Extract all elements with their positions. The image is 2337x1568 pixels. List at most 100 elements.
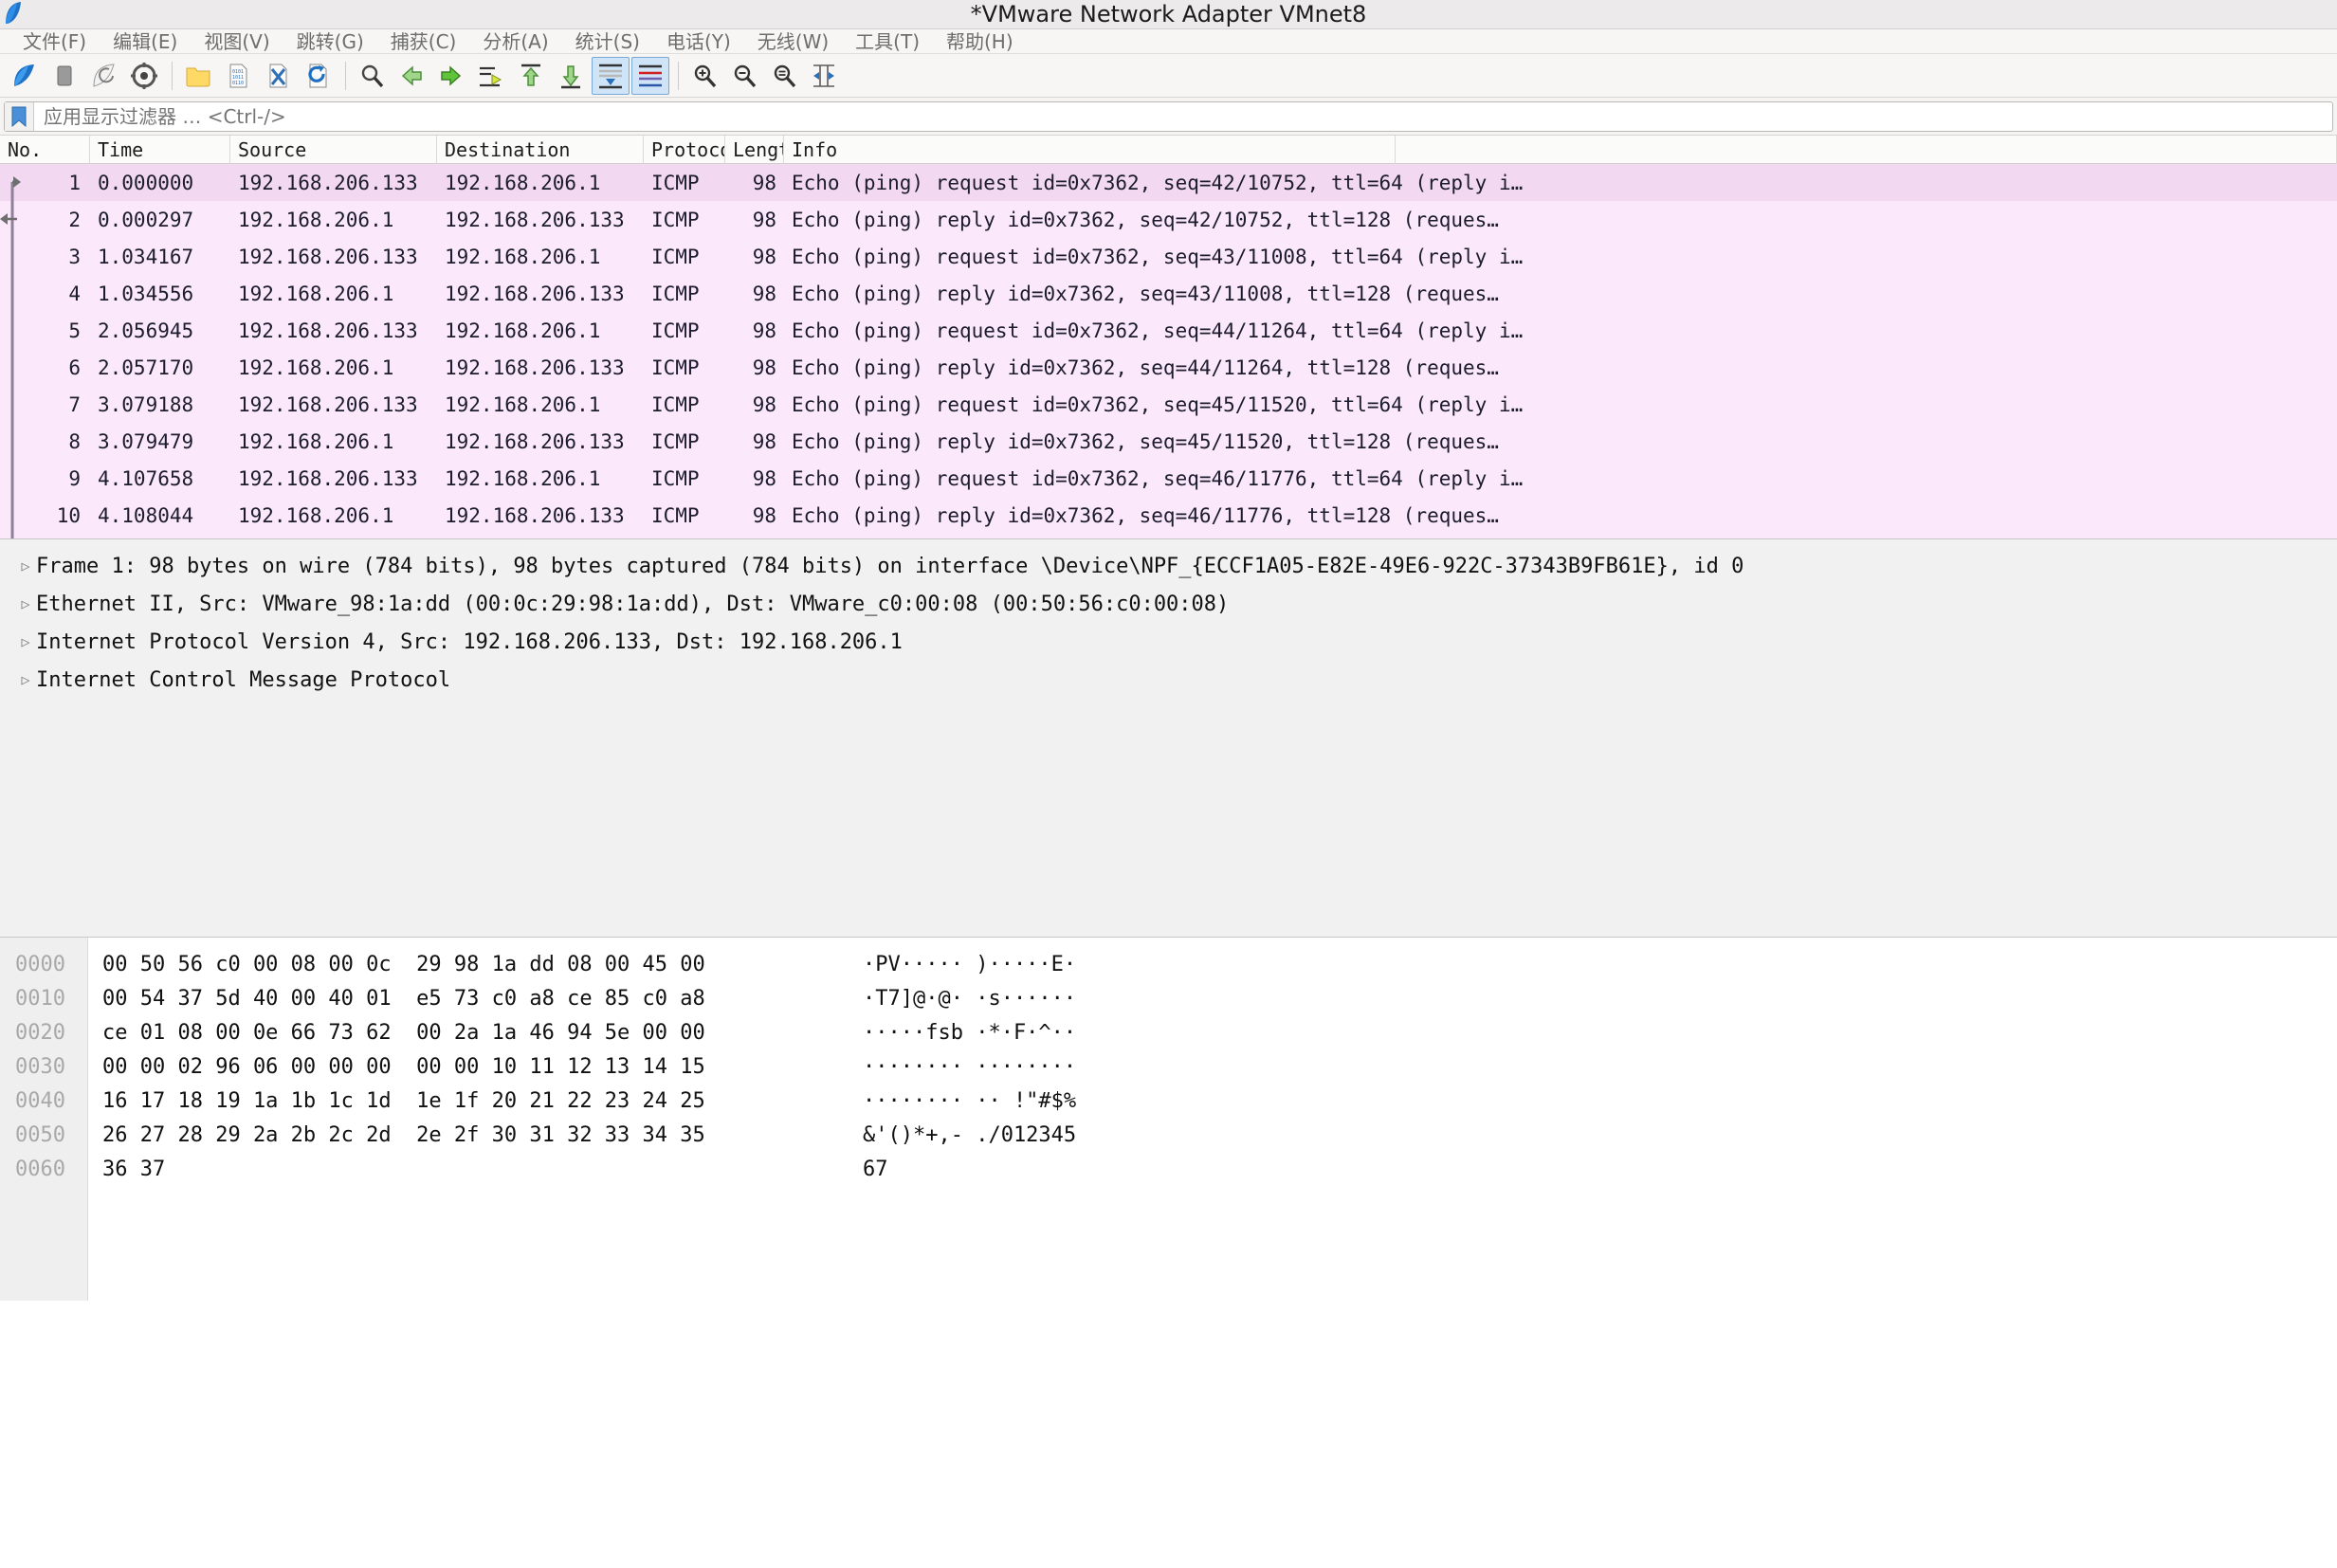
hexdump-ascii: ········ ········ — [863, 1054, 1077, 1079]
column-header-protocol[interactable]: Protocol — [644, 136, 725, 164]
conversation-marker — [0, 460, 21, 497]
conversation-marker — [0, 238, 21, 275]
auto-scroll-icon[interactable] — [592, 56, 630, 95]
menu-telephony[interactable]: 电话(Y) — [653, 29, 744, 54]
table-row[interactable]: 7 3.079188 192.168.206.133 192.168.206.1 ICM… — [0, 386, 2337, 423]
cell-protocol: ICMP — [651, 282, 700, 305]
go-back-icon[interactable] — [393, 57, 430, 95]
search-input[interactable] — [34, 101, 2332, 131]
cell-info: Echo (ping) request id=0x7362, seq=42/10… — [792, 171, 1524, 194]
menu-analyze[interactable]: 分析(A) — [469, 29, 561, 54]
zoom-out-icon[interactable] — [725, 57, 763, 95]
table-row[interactable]: 2 0.000297 192.168.206.1 192.168.206.133 ICM… — [0, 201, 2337, 238]
table-row[interactable]: 8 3.079479 192.168.206.1 192.168.206.133 ICM… — [0, 423, 2337, 460]
cell-info: Echo (ping) reply id=0x7362, seq=46/1177… — [792, 503, 1499, 527]
conversation-marker — [0, 201, 21, 238]
chevron-right-icon[interactable]: ▷ — [15, 557, 36, 574]
detail-tree-item[interactable]: ▷ Internet Control Message Protocol — [0, 661, 2337, 699]
table-row[interactable]: 4 1.034556 192.168.206.1 192.168.206.133 ICM… — [0, 275, 2337, 312]
hexdump-row: 0010 00 54 37 5d 40 00 40 01 e5 73 c0 a8 … — [0, 981, 2337, 1015]
cell-destination: 192.168.206.1 — [445, 171, 601, 194]
resize-columns-icon[interactable] — [805, 57, 843, 95]
cell-no: 4 — [68, 282, 81, 305]
packet-details-pane[interactable]: ▷ Frame 1: 98 bytes on wire (784 bits), 9… — [0, 539, 2337, 938]
hexdump-row: 0000 00 50 56 c0 00 08 00 0c 29 98 1a dd … — [0, 947, 2337, 981]
restart-capture-icon[interactable] — [85, 57, 123, 95]
packet-list-pane[interactable]: No.TimeSourceDestinationProtocolLengthIn… — [0, 136, 2337, 539]
menu-go[interactable]: 跳转(G) — [283, 29, 377, 54]
column-header-source[interactable]: Source — [230, 136, 437, 164]
cell-no: 10 — [56, 503, 81, 527]
colorize-packets-icon[interactable] — [631, 56, 669, 95]
conversation-marker — [0, 349, 21, 386]
detail-tree-label: Internet Protocol Version 4, Src: 192.16… — [36, 629, 903, 654]
column-header-time[interactable]: Time — [90, 136, 230, 164]
cell-destination: 192.168.206.1 — [445, 466, 601, 490]
stop-capture-icon[interactable] — [46, 57, 83, 95]
filter-bookmark-icon[interactable] — [5, 101, 34, 131]
menu-tools[interactable]: 工具(T) — [842, 29, 933, 54]
menu-file[interactable]: 文件(F) — [9, 29, 100, 54]
toolbar-separator — [172, 61, 173, 90]
go-forward-icon[interactable] — [432, 57, 470, 95]
column-header-info[interactable]: Info — [784, 136, 1396, 164]
cell-time: 1.034556 — [98, 282, 194, 305]
menu-help[interactable]: 帮助(H) — [933, 29, 1027, 54]
toolbar-separator — [678, 61, 679, 90]
cell-length: 98 — [752, 319, 776, 342]
menu-statistics[interactable]: 统计(S) — [562, 29, 653, 54]
cell-no: 1 — [68, 171, 81, 194]
table-row[interactable]: 9 4.107658 192.168.206.133 192.168.206.1 ICM… — [0, 460, 2337, 497]
cell-no: 8 — [68, 429, 81, 453]
hexdump-offset: 0010 — [15, 986, 65, 1011]
detail-tree-item[interactable]: ▷ Ethernet II, Src: VMware_98:1a:dd (00:0… — [0, 585, 2337, 623]
hexdump-row: 0020 ce 01 08 00 0e 66 73 62 00 2a 1a 46 … — [0, 1015, 2337, 1049]
chevron-right-icon[interactable]: ▷ — [15, 595, 36, 612]
cell-source: 192.168.206.133 — [238, 171, 418, 194]
detail-tree-item[interactable]: ▷ Internet Protocol Version 4, Src: 192.1… — [0, 623, 2337, 661]
menu-view[interactable]: 视图(V) — [191, 29, 283, 54]
table-row[interactable]: 10 4.108044 192.168.206.1 192.168.206.133 IC… — [0, 497, 2337, 534]
packet-bytes-pane[interactable]: 0000 00 50 56 c0 00 08 00 0c 29 98 1a dd … — [0, 938, 2337, 1301]
packet-list-body[interactable]: 1 0.000000 192.168.206.133 192.168.206.1 ICM… — [0, 164, 2337, 538]
detail-tree-label: Ethernet II, Src: VMware_98:1a:dd (00:0c… — [36, 592, 1230, 616]
table-row[interactable]: 1 0.000000 192.168.206.133 192.168.206.1 ICM… — [0, 164, 2337, 201]
hexdump-hex: 00 50 56 c0 00 08 00 0c 29 98 1a dd 08 0… — [102, 952, 705, 976]
save-file-icon[interactable]: 0101 1011 0110 — [219, 57, 257, 95]
go-to-last-packet-icon[interactable] — [552, 57, 590, 95]
column-header-destination[interactable]: Destination — [437, 136, 644, 164]
open-file-icon[interactable] — [179, 57, 217, 95]
table-row[interactable]: 6 2.057170 192.168.206.1 192.168.206.133 ICM… — [0, 349, 2337, 386]
zoom-in-icon[interactable] — [685, 57, 723, 95]
main-toolbar: 0101 1011 0110 — [0, 54, 2337, 98]
cell-length: 98 — [752, 245, 776, 268]
hexdump-offset: 0050 — [15, 1122, 65, 1147]
start-capture-icon[interactable] — [6, 57, 44, 95]
hexdump-hex: 00 54 37 5d 40 00 40 01 e5 73 c0 a8 ce 8… — [102, 986, 705, 1011]
find-packet-icon[interactable] — [353, 57, 391, 95]
menu-edit[interactable]: 编辑(E) — [100, 29, 191, 54]
hexdump-hex: 26 27 28 29 2a 2b 2c 2d 2e 2f 30 31 32 3… — [102, 1122, 705, 1147]
reload-file-icon[interactable] — [299, 57, 337, 95]
go-to-first-packet-icon[interactable] — [512, 57, 550, 95]
table-row[interactable]: 3 1.034167 192.168.206.133 192.168.206.1 ICM… — [0, 238, 2337, 275]
chevron-right-icon[interactable]: ▷ — [15, 671, 36, 688]
column-header-no[interactable]: No. — [0, 136, 90, 164]
normal-size-icon[interactable] — [765, 57, 803, 95]
close-file-icon[interactable] — [259, 57, 297, 95]
capture-options-icon[interactable] — [125, 57, 163, 95]
bytes-rows: 0000 00 50 56 c0 00 08 00 0c 29 98 1a dd … — [0, 938, 2337, 1186]
table-row[interactable]: 115.118980192.168.206.133192.168.206.1IC… — [0, 534, 2337, 538]
column-header-length[interactable]: Length — [725, 136, 784, 164]
table-row[interactable]: 5 2.056945 192.168.206.133 192.168.206.1 ICM… — [0, 312, 2337, 349]
menu-wireless[interactable]: 无线(W) — [744, 29, 842, 54]
go-to-packet-icon[interactable] — [472, 57, 510, 95]
menu-capture[interactable]: 捕获(C) — [377, 29, 470, 54]
cell-no: 2 — [68, 208, 81, 231]
chevron-right-icon[interactable]: ▷ — [15, 633, 36, 650]
detail-tree-item[interactable]: ▷ Frame 1: 98 bytes on wire (784 bits), 9… — [0, 547, 2337, 585]
cell-length: 98 — [752, 356, 776, 379]
display-filter-container[interactable] — [4, 100, 2333, 132]
cell-info: Echo (ping) reply id=0x7362, seq=42/1075… — [792, 208, 1499, 231]
cell-length: 98 — [752, 503, 776, 527]
